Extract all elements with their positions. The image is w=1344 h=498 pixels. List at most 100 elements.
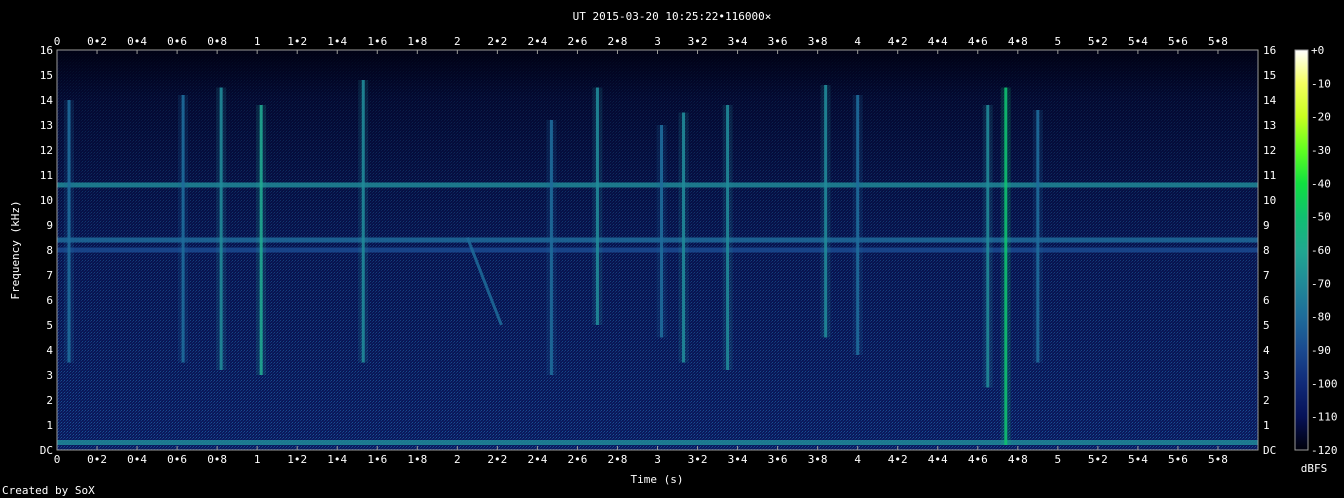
x-tick-label-bottom: 0•2 (87, 453, 107, 466)
x-tick-label-top: 3•8 (808, 35, 828, 48)
y-tick-label-right: 10 (1263, 194, 1276, 207)
colorbar: +0 -10 -20 -30 -40 -50 -60 -70 -80 -90 -100 -110 -12… (1294, 44, 1338, 475)
y-axis-label: Frequency (kHz) (9, 200, 22, 299)
x-tick-label-bottom: 4•2 (888, 453, 908, 466)
x-tick-label-bottom: 1•4 (327, 453, 347, 466)
colorbar-tick-label: -120 (1311, 444, 1338, 457)
y-tick-label-right: 1 (1263, 419, 1270, 432)
y-tick-label-left: 11 (40, 169, 53, 182)
impulse-line (259, 105, 263, 375)
y-axis-right: DC12345678910111213141516 (1263, 44, 1277, 457)
y-tick-label-left: 16 (40, 44, 53, 57)
y-tick-label-right: 5 (1263, 319, 1270, 332)
y-tick-label-left: DC (40, 444, 53, 457)
plot-area (56, 49, 1259, 451)
x-tick-label-bottom: 0 (54, 453, 61, 466)
y-tick-label-left: 10 (40, 194, 53, 207)
impulse-line (660, 125, 664, 338)
colorbar-tick-label: -50 (1311, 211, 1331, 224)
x-tick-label-top: 3 (654, 35, 661, 48)
x-tick-label-top: 2•2 (487, 35, 507, 48)
impulse-line (682, 112, 686, 363)
x-tick-label-top: 0•2 (87, 35, 107, 48)
y-tick-label-right: 14 (1263, 94, 1277, 107)
y-tick-label-right: 9 (1263, 219, 1270, 232)
x-tick-label-top: 4•6 (968, 35, 988, 48)
x-tick-label-bottom: 5•4 (1128, 453, 1148, 466)
colorbar-tick-label: -90 (1311, 344, 1331, 357)
y-tick-label-left: 8 (46, 244, 53, 257)
colorbar-ticks: +0 -10 -20 -30 -40 -50 -60 -70 -80 -90 -100 -110 -12… (1311, 44, 1338, 457)
x-tick-label-top: 3•4 (728, 35, 748, 48)
x-tick-label-bottom: 0•8 (207, 453, 227, 466)
x-tick-label-top: 1•8 (407, 35, 427, 48)
x-tick-label-bottom: 1•2 (287, 453, 307, 466)
x-tick-label-top: 3•2 (688, 35, 708, 48)
impulse-line (549, 120, 553, 375)
x-tick-label-bottom: 4•4 (928, 453, 948, 466)
x-tick-label-bottom: 3•4 (728, 453, 748, 466)
impulse-line (726, 105, 730, 370)
y-tick-label-right: 15 (1263, 69, 1276, 82)
impulse-line (986, 105, 990, 388)
x-tick-label-bottom: 4•6 (968, 453, 988, 466)
colorbar-tick-label: -80 (1311, 311, 1331, 324)
colorbar-tick-label: -100 (1311, 377, 1338, 390)
x-tick-label-top: 2 (454, 35, 461, 48)
x-tick-label-top: 5•8 (1208, 35, 1228, 48)
x-tick-label-bottom: 2•2 (487, 453, 507, 466)
y-tick-label-left: 12 (40, 144, 53, 157)
x-tick-label-top: 2•4 (527, 35, 547, 48)
x-tick-label-top: 1•6 (367, 35, 387, 48)
y-tick-label-left: 5 (46, 319, 53, 332)
x-tick-label-bottom: 2•4 (527, 453, 547, 466)
impulse-line (595, 87, 599, 325)
x-tick-label-bottom: 5•8 (1208, 453, 1228, 466)
colorbar-tick-label: -110 (1311, 411, 1338, 424)
x-tick-label-top: 5•2 (1088, 35, 1108, 48)
y-tick-label-right: 16 (1263, 44, 1276, 57)
x-tick-label-top: 2•6 (567, 35, 587, 48)
colorbar-tick-label: -60 (1311, 244, 1331, 257)
x-tick-label-top: 0 (54, 35, 61, 48)
colorbar-tick-label: -10 (1311, 77, 1331, 90)
chart-title: UT 2015-03-20 10:25:22•116000× (573, 10, 772, 23)
x-axis-label: Time (s) (631, 473, 684, 486)
x-tick-label-bottom: 0•4 (127, 453, 147, 466)
y-tick-label-right: DC (1263, 444, 1276, 457)
x-tick-label-bottom: 2•8 (608, 453, 628, 466)
y-tick-label-left: 4 (46, 344, 53, 357)
y-tick-label-left: 14 (40, 94, 54, 107)
x-tick-label-top: 2•8 (608, 35, 628, 48)
x-tick-label-bottom: 2•6 (567, 453, 587, 466)
y-tick-label-left: 3 (46, 369, 53, 382)
colorbar-tick-label: -20 (1311, 111, 1331, 124)
y-tick-label-right: 2 (1263, 394, 1270, 407)
x-tick-label-bottom: 3 (654, 453, 661, 466)
x-tick-label-top: 4•4 (928, 35, 948, 48)
impulse-line (856, 95, 860, 355)
y-tick-label-left: 2 (46, 394, 53, 407)
x-tick-label-top: 1•4 (327, 35, 347, 48)
y-tick-label-right: 4 (1263, 344, 1270, 357)
x-tick-label-top: 3•6 (768, 35, 788, 48)
x-tick-label-top: 4•2 (888, 35, 908, 48)
x-tick-label-top: 0•8 (207, 35, 227, 48)
x-tick-label-top: 5 (1055, 35, 1062, 48)
colorbar-label: dBFS (1301, 462, 1328, 475)
x-tick-label-bottom: 3•8 (808, 453, 828, 466)
x-tick-label-top: 4 (854, 35, 861, 48)
y-tick-label-left: 13 (40, 119, 53, 132)
impulse-line (181, 95, 185, 363)
y-tick-label-right: 11 (1263, 169, 1276, 182)
y-tick-label-right: 13 (1263, 119, 1276, 132)
x-tick-label-bottom: 5 (1055, 453, 1062, 466)
x-tick-label-top: 5•6 (1168, 35, 1188, 48)
x-tick-label-bottom: 3•2 (688, 453, 708, 466)
y-tick-label-left: 9 (46, 219, 53, 232)
impulse-line (219, 87, 223, 370)
y-tick-label-right: 8 (1263, 244, 1270, 257)
x-tick-label-top: 4•8 (1008, 35, 1028, 48)
impulse-line (67, 100, 71, 363)
horizontal-band (57, 440, 1258, 445)
